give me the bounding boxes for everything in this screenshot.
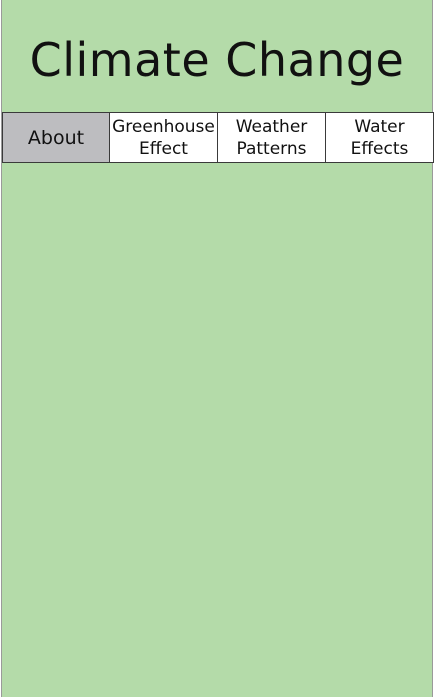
tab-water-effects[interactable]: Water Effects bbox=[326, 113, 433, 162]
page-container: Climate Change About Greenhouse Effect W… bbox=[1, 0, 434, 697]
tab-weather-patterns[interactable]: Weather Patterns bbox=[218, 113, 326, 162]
tab-about[interactable]: About bbox=[3, 113, 110, 162]
page-title: Climate Change bbox=[29, 33, 405, 87]
nav-bar: About Greenhouse Effect Weather Patterns… bbox=[2, 112, 434, 163]
tab-greenhouse-effect[interactable]: Greenhouse Effect bbox=[110, 113, 218, 162]
